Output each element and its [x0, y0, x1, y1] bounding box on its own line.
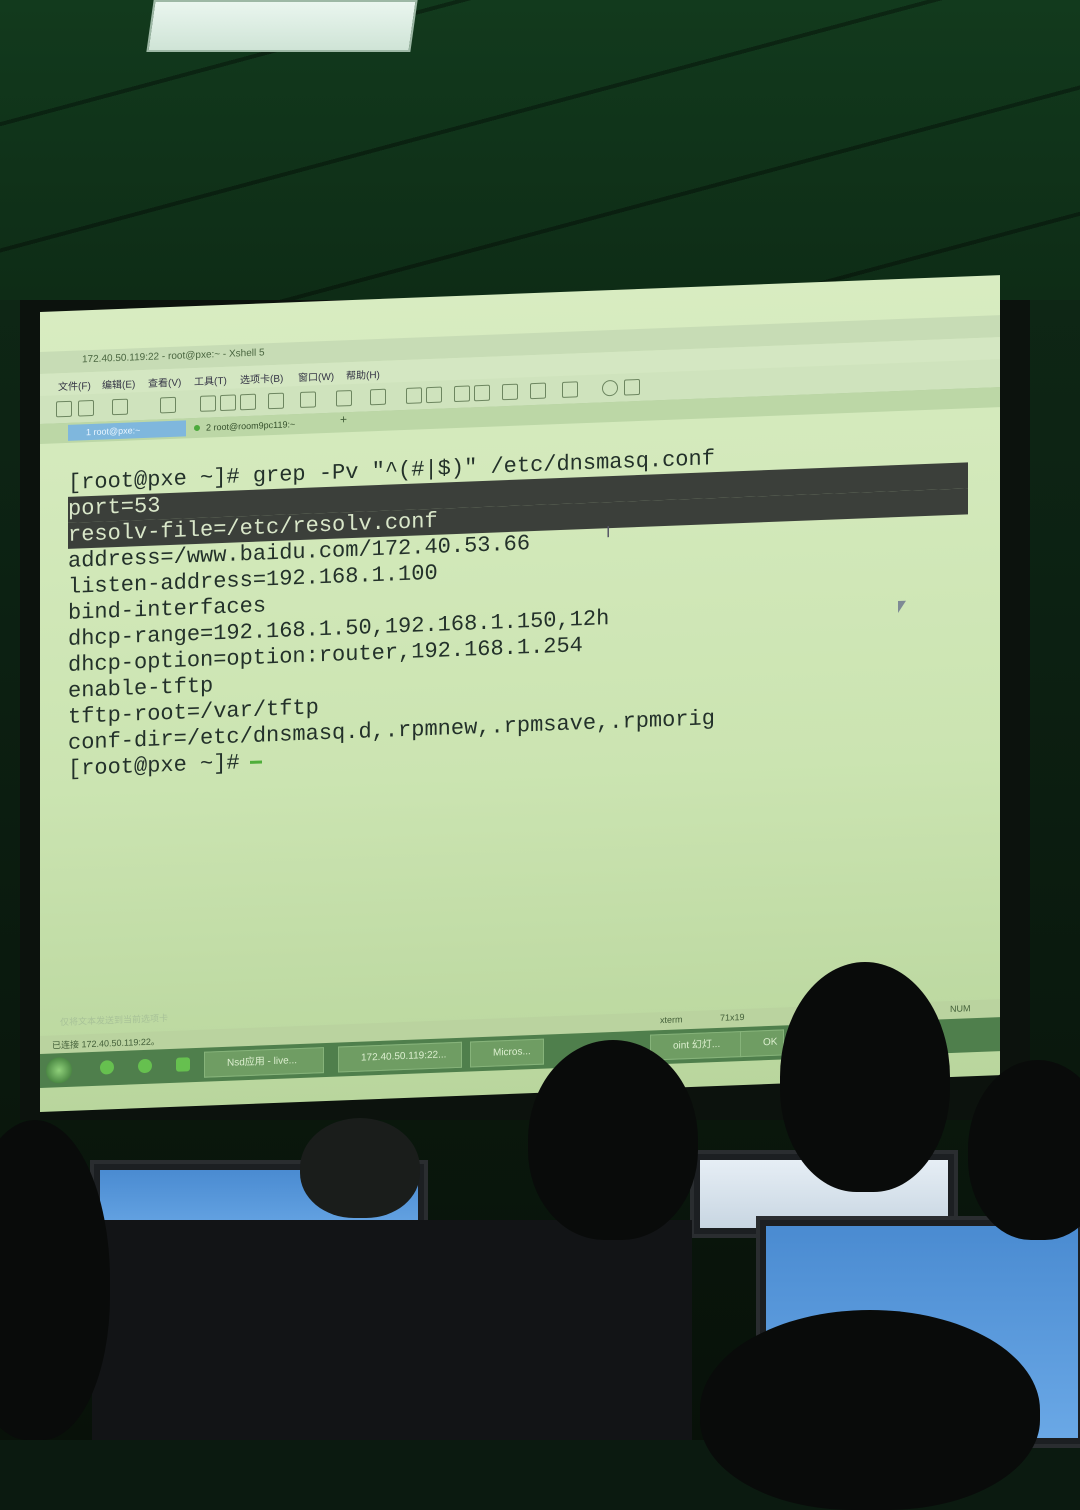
cursor-icon	[249, 760, 262, 764]
script-icon[interactable]	[406, 387, 422, 404]
menu-help[interactable]: 帮助(H)	[346, 366, 380, 382]
send-text-hint: 仅将文本发送到当前选项卡	[60, 1013, 169, 1028]
student-head	[300, 1118, 420, 1218]
monitor-back	[92, 1220, 692, 1440]
transfer-icon[interactable]	[300, 391, 316, 409]
menu-tabs[interactable]: 选项卡(B)	[240, 370, 283, 387]
num-lock-indicator: NUM	[950, 1003, 971, 1015]
student-head	[780, 962, 950, 1192]
status-dot-icon	[194, 424, 200, 432]
student-head	[528, 1040, 698, 1240]
student-head	[700, 1310, 1040, 1510]
start-button-icon[interactable]	[46, 1056, 72, 1084]
menu-view[interactable]: 查看(V)	[148, 374, 181, 390]
window-title: 172.40.50.119:22 - root@pxe:~ - Xshell 5	[82, 347, 265, 366]
tab-session-1[interactable]: 1 root@pxe:~	[68, 420, 186, 441]
menu-edit[interactable]: 编辑(E)	[102, 375, 135, 391]
taskbar-item[interactable]: Nsd应用 - live...	[204, 1047, 324, 1078]
reconnect-icon[interactable]	[112, 398, 128, 416]
taskbar-item[interactable]: oint 幻灯...	[650, 1030, 744, 1061]
add-tab-button[interactable]: +	[340, 412, 347, 426]
quicklaunch-icon[interactable]	[138, 1058, 152, 1074]
classroom-background: 172.40.50.119:22 - root@pxe:~ - Xshell 5…	[0, 0, 1080, 1510]
prompt: [root@pxe ~]#	[68, 750, 240, 782]
copy-icon[interactable]	[200, 395, 216, 412]
taskbar-item[interactable]: 172.40.50.119:22...	[338, 1041, 462, 1073]
find-icon[interactable]	[240, 393, 256, 411]
fullscreen-icon[interactable]	[454, 385, 470, 403]
taskbar-item[interactable]: OK	[740, 1029, 784, 1058]
tab-session-2-label: 2 root@room9pc119:~	[206, 419, 296, 433]
compose-icon[interactable]	[502, 383, 518, 401]
ibeam-cursor-icon: I	[606, 524, 611, 542]
highlight-icon[interactable]	[426, 386, 442, 404]
connection-status: 已连接 172.40.50.119:22。	[52, 1036, 160, 1051]
menu-tools[interactable]: 工具(T)	[194, 372, 227, 388]
quicklaunch-icon[interactable]	[176, 1057, 190, 1072]
add-icon[interactable]	[530, 382, 546, 400]
mouse-pointer-icon	[898, 600, 906, 614]
print-icon[interactable]	[268, 392, 284, 410]
globe-icon[interactable]	[336, 390, 352, 407]
terminal-size: 71x19	[720, 1011, 745, 1023]
paste-icon[interactable]	[220, 394, 236, 412]
quicklaunch-icon[interactable]	[100, 1060, 114, 1075]
menu-file[interactable]: 文件(F)	[58, 377, 91, 393]
ceiling-light	[146, 0, 418, 52]
taskbar-item[interactable]: Micros...	[470, 1038, 544, 1068]
properties-icon[interactable]	[160, 396, 176, 414]
terminal-type: xterm	[660, 1014, 683, 1026]
layout-icon[interactable]	[562, 381, 578, 398]
terminal-output[interactable]: [root@pxe ~]# grep -Pv "^(#|$)" /etc/dns…	[68, 436, 968, 971]
chat-icon[interactable]	[624, 378, 640, 396]
new-session-icon[interactable]	[56, 400, 72, 418]
lock-icon[interactable]	[474, 384, 490, 402]
font-icon[interactable]	[370, 388, 386, 406]
menu-window[interactable]: 窗口(W)	[298, 368, 334, 384]
tab-session-2[interactable]: 2 root@room9pc119:~	[190, 415, 336, 437]
open-folder-icon[interactable]	[78, 399, 94, 417]
help-icon[interactable]	[602, 379, 618, 397]
